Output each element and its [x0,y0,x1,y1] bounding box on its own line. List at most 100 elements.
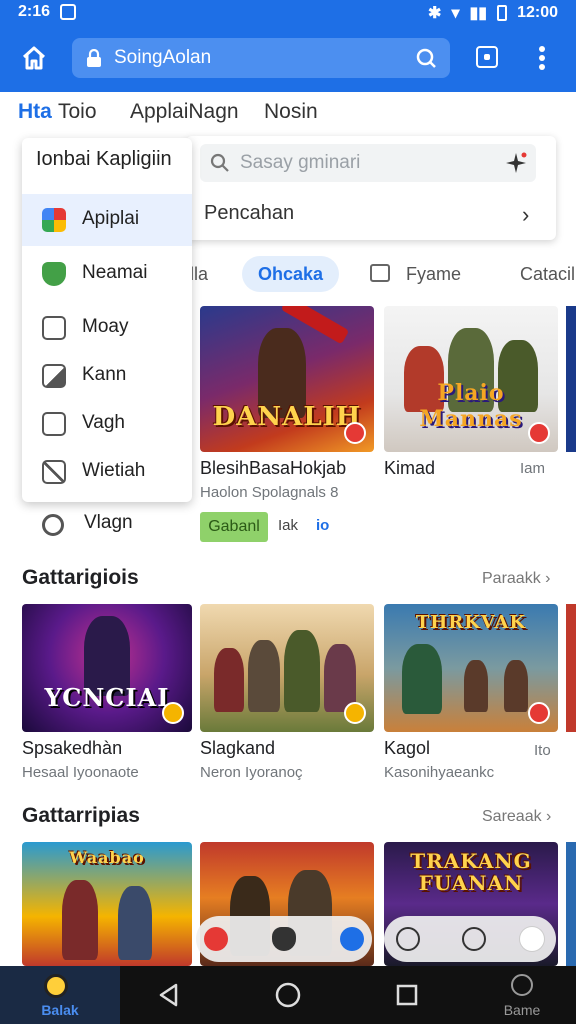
menu-item-neamai[interactable]: Neamai [22,248,192,300]
tab-icon [44,974,68,998]
bottom-tab-label[interactable]: Bame [490,1002,554,1018]
heart-icon[interactable] [204,927,228,951]
nav-item-applications[interactable]: ApplaiNagn [130,100,239,124]
game-card[interactable]: YCNCIAI Spsakedhàn Hesaal Iyoonaote [22,604,192,784]
status-bar: 2:16 ✱ ▾ ▮▮ 12:00 [0,0,576,26]
dot-icon[interactable] [520,927,544,951]
install-link[interactable]: io [316,517,329,534]
chevron-right-icon[interactable]: › [522,202,529,228]
game-subtitle-text: Haolon Spolagnals [200,484,326,501]
status-time: 2:16 [18,3,51,20]
more-menu-button[interactable] [532,44,552,72]
character-figure [248,640,280,712]
menu-item-label: Kann [82,364,127,385]
status-icons: ✱ ▾ ▮▮ 12:00 [428,3,558,23]
menu-item-moay[interactable]: Moay [22,302,192,354]
search-refresh-icon[interactable] [414,46,438,70]
menu-item-wietiah[interactable]: Wietiah [22,446,192,498]
game-extra: Iam [520,460,546,477]
brand-label[interactable]: Hta [18,100,52,124]
url-text: SoingAolan [114,47,212,68]
nav-row: Hta Toio ApplaiNagn Nosin [0,92,576,136]
bottom-navigation: Balak Bame [0,966,576,1024]
circle-icon[interactable] [462,927,486,951]
menu-item-apiplai[interactable]: Apiplai [22,194,192,246]
section-see-more-link[interactable]: Paraakk › [482,570,550,588]
menu-title: Ionbai Kapligiin [36,148,172,170]
bottom-tab-label: Balak [41,1002,79,1018]
notification-icon [60,4,76,20]
menu-item-label: Neamai [82,262,148,283]
nav-item-toio[interactable]: Toio [58,100,97,124]
peek-card [566,842,576,966]
game-subtitle: Kasonihyaeankc [384,764,495,781]
tabs-icon [484,54,490,60]
menu-item-vagh[interactable]: Vagh [22,398,192,450]
menu-item-label: Vlagn [84,512,133,533]
install-meta: Iak [278,517,299,534]
search-icon[interactable] [396,927,420,951]
sparkle-icon[interactable] [504,151,528,175]
more-dot-icon [539,64,545,70]
bag-icon[interactable] [272,927,296,951]
game-name: BlesihBasaHokjab [200,458,347,478]
recents-icon[interactable] [394,982,420,1008]
send-icon[interactable] [340,927,364,951]
game-title-art: Waabao [69,848,145,867]
bag-icon [370,264,390,282]
game-name: Kagol [384,738,431,758]
app-grid-icon [42,208,66,232]
more-dot-icon [539,46,545,52]
shield-icon [42,262,66,286]
game-subtitle-extra: 8 [330,484,339,501]
featured-card-1[interactable]: DANALIH BlesihBasaHokjab Haolon Spolagna… [200,306,374,506]
game-title-art: TRAKANG FUANAN [410,849,532,895]
category-chips: lla Ohcaka Fyame Catacil [190,252,576,296]
game-subtitle: Hesaal Iyoonaote [22,764,139,781]
install-button[interactable]: Gabanl [200,512,268,542]
game-card[interactable]: Slagkand Neron Iyoranoç [200,604,374,784]
home-button[interactable] [16,40,52,76]
home-circle-icon[interactable] [274,981,302,1009]
chip-ohcaka[interactable]: Ohcaka [242,256,340,292]
game-badge-icon [344,702,366,724]
peek-card [566,306,576,452]
tabs-button[interactable] [476,46,498,68]
character-figure [284,630,320,712]
game-name: Slagkand [200,738,276,758]
bluetooth-icon: ✱ [428,5,442,22]
search-input[interactable]: Sasay gminari [200,144,536,182]
signal-icon: ▮▮ [469,5,488,22]
menu-item-kann[interactable]: Kann [22,350,192,402]
game-thumbnail: THRKVAK [384,604,558,732]
game-title-art: THRKVAK [415,612,527,633]
game-icon[interactable] [511,974,533,996]
game-extra: Ito [534,742,551,759]
character-figure [214,648,244,712]
game-thumbnail: DANALIH [200,306,374,452]
chip-fyame[interactable]: Fyame [406,256,461,292]
search-placeholder: Sasay gminari [240,152,361,173]
game-name: Kimad [384,458,436,478]
character-figure [464,660,488,712]
chip-catacil[interactable]: Catacil [520,256,575,292]
game-card[interactable]: Waabao [22,842,192,966]
section-see-more-link[interactable]: Sareaak › [482,808,551,826]
floating-tools-bar [384,916,556,962]
address-bar[interactable]: SoingAolan [72,38,450,78]
panel-row-label[interactable]: Pencahan [204,202,294,225]
game-thumbnail: Plaio Mannas [384,306,558,452]
game-thumbnail: YCNCIAI [22,604,192,732]
back-icon[interactable] [156,982,182,1008]
chip-lla[interactable]: lla [190,256,208,292]
featured-card-2[interactable]: Plaio Mannas Kimad Iam [384,306,558,506]
bottom-tab-balak[interactable]: Balak [0,966,120,1024]
menu-item-label: Apiplai [82,208,140,229]
peek-card [566,604,576,732]
menu-item-label: Vagh [82,412,125,433]
character-figure [504,660,528,712]
game-card[interactable]: THRKVAK Kagol Ito Kasonihyaeankc [384,604,558,784]
nav-item-nosin[interactable]: Nosin [264,100,318,124]
square-icon [42,412,66,436]
game-badge-icon [528,702,550,724]
